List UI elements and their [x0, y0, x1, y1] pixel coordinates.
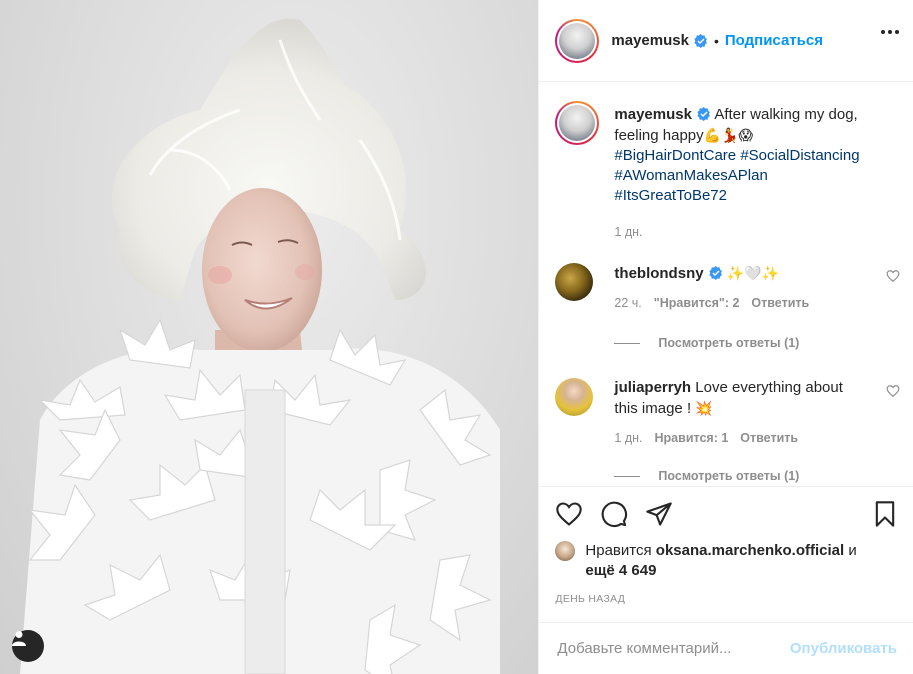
post-date[interactable]: ДЕНЬ НАЗАД — [539, 593, 913, 605]
hashtag-link[interactable]: #SocialDistancing — [740, 147, 859, 164]
comment-username[interactable]: juliaperryh — [614, 379, 691, 396]
post-header: mayemusk • Подписаться — [539, 0, 913, 82]
liker-username[interactable]: oksana.marchenko.official — [656, 542, 844, 559]
comment-meta: 22 ч. "Нравится": 2 Ответить — [614, 296, 900, 310]
heart-icon[interactable] — [555, 500, 583, 528]
reply-button[interactable]: Ответить — [751, 296, 809, 310]
replies-divider — [614, 475, 641, 477]
instagram-post: mayemusk • Подписаться mayemusk After wa… — [0, 0, 913, 674]
comment-username[interactable]: theblondsny — [614, 265, 703, 282]
user-tags-button[interactable] — [12, 630, 44, 662]
caption-avatar[interactable] — [555, 101, 600, 145]
view-replies-button[interactable]: Посмотреть ответы (1) — [614, 469, 900, 483]
view-replies-button[interactable]: Посмотреть ответы (1) — [614, 336, 900, 350]
comment-icon[interactable] — [600, 500, 628, 528]
liker-avatar[interactable] — [555, 541, 576, 561]
hashtag-link[interactable]: #ItsGreatToBe72 — [614, 187, 727, 204]
likes-and: и — [848, 542, 857, 559]
verified-badge-icon — [708, 266, 722, 280]
add-comment-bar: Опубликовать — [539, 622, 913, 674]
avatar[interactable] — [555, 18, 600, 63]
comment-avatar[interactable] — [555, 378, 594, 416]
comment-like-heart-icon[interactable] — [886, 269, 900, 283]
paper-plane-icon[interactable] — [645, 500, 673, 528]
hashtag-link[interactable]: #AWomanMakesAPlan — [614, 167, 767, 184]
replies-divider — [614, 342, 641, 344]
caption-emojis: 💪💃😱 — [703, 127, 754, 143]
post-actions-section: Нравится oksana.marchenko.official и ещё… — [539, 486, 913, 605]
post-side-panel: mayemusk • Подписаться mayemusk After wa… — [538, 0, 913, 674]
header-separator: • — [713, 32, 719, 49]
view-replies-label: Посмотреть ответы (1) — [658, 336, 800, 350]
comment-input[interactable] — [555, 639, 790, 658]
post-caption: mayemusk After walking my dog, feeling h… — [555, 101, 895, 242]
comment-item: theblondsny ✨🤍✨ 22 ч. "Нравится": 2 Отве… — [555, 263, 900, 350]
view-replies-label: Посмотреть ответы (1) — [658, 469, 800, 483]
comment-like-heart-icon[interactable] — [886, 384, 900, 398]
comment-text: ✨🤍✨ — [726, 265, 780, 281]
caption-username[interactable]: mayemusk — [614, 106, 692, 123]
comment-avatar[interactable] — [555, 263, 594, 301]
photo-illustration — [20, 18, 500, 674]
hashtag-link[interactable]: #BigHairDontCare — [614, 147, 736, 164]
publish-button[interactable]: Опубликовать — [790, 640, 897, 657]
more-options-icon[interactable] — [881, 30, 899, 34]
comments-list[interactable]: mayemusk After walking my dog, feeling h… — [539, 83, 913, 486]
action-bar — [539, 487, 913, 541]
likes-count-link[interactable]: ещё 4 649 — [585, 562, 656, 579]
comment-meta: 1 дн. Нравится: 1 Ответить — [614, 431, 900, 445]
comment-time[interactable]: 1 дн. — [614, 431, 642, 445]
header-username[interactable]: mayemusk — [611, 32, 689, 49]
comment-likes[interactable]: "Нравится": 2 — [654, 296, 740, 310]
likes-summary: Нравится oksana.marchenko.official и ещё… — [539, 541, 913, 581]
post-photo[interactable] — [0, 0, 539, 674]
comment-emoji: 💥 — [695, 400, 713, 416]
verified-badge-icon — [697, 107, 710, 121]
comment-likes[interactable]: Нравится: 1 — [655, 431, 729, 445]
follow-button[interactable]: Подписаться — [725, 32, 823, 49]
user-icon — [12, 631, 26, 646]
comment-item: juliaperryh Love everything about this i… — [555, 378, 900, 483]
caption-time[interactable]: 1 дн. — [614, 222, 895, 242]
likes-prefix: Нравится — [585, 542, 652, 559]
verified-badge-icon — [694, 33, 707, 48]
comment-time[interactable]: 22 ч. — [614, 296, 641, 310]
reply-button[interactable]: Ответить — [740, 431, 798, 445]
bookmark-icon[interactable] — [871, 500, 899, 528]
